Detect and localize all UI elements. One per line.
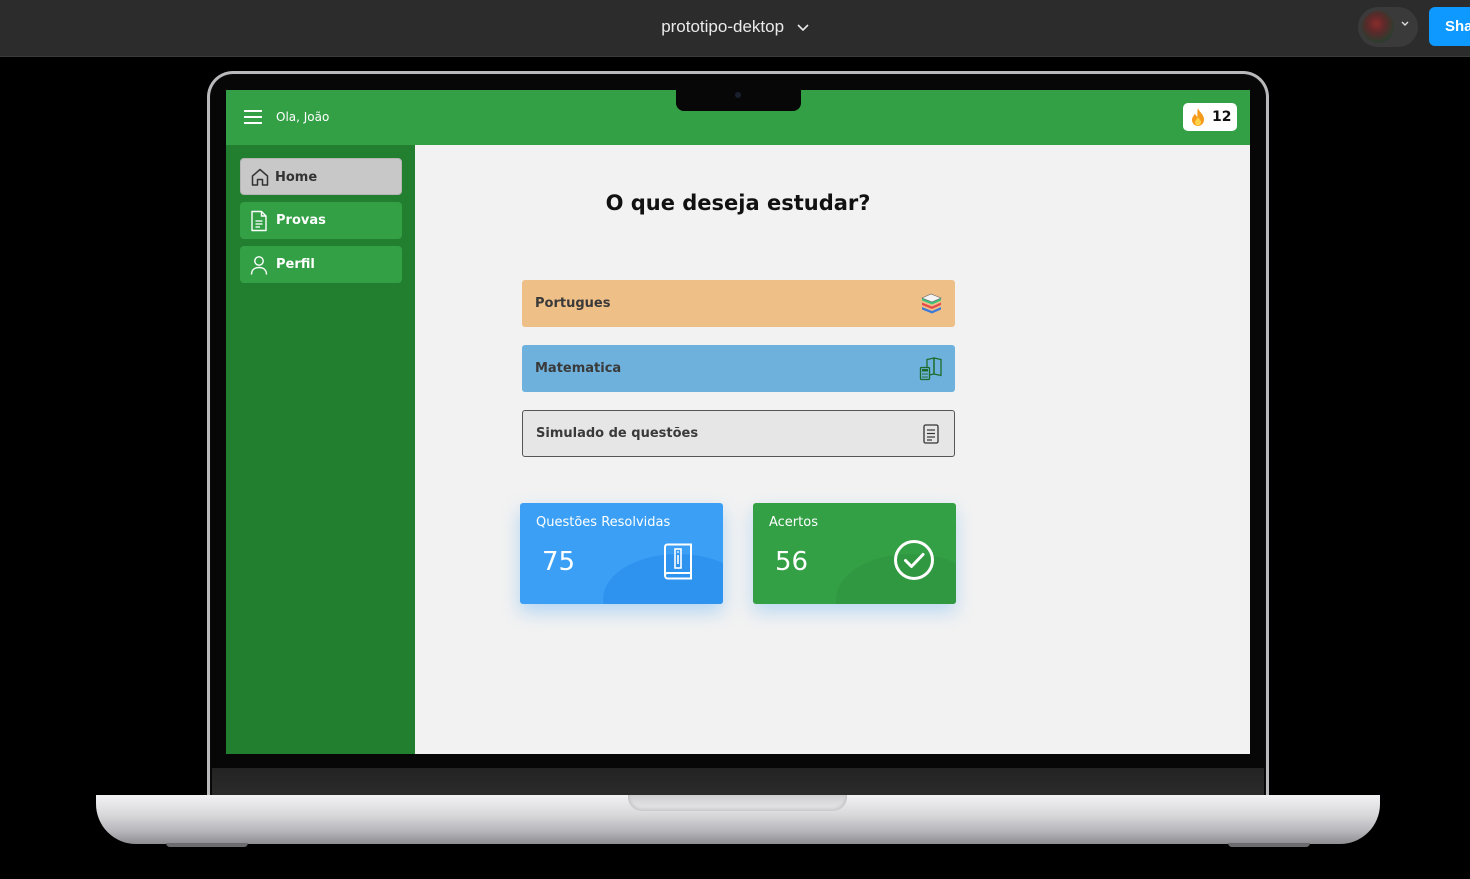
sidebar-item-label: Provas [276, 213, 326, 228]
stat-value: 56 [775, 547, 809, 577]
sidebar-item-perfil[interactable]: Perfil [240, 246, 402, 283]
laptop-foot [166, 843, 248, 847]
stat-title: Acertos [769, 515, 818, 530]
sidebar-item-home[interactable]: Home [240, 158, 402, 195]
flame-icon [1192, 108, 1204, 126]
hamburger-menu-icon[interactable] [244, 110, 262, 124]
subject-label: Simulado de questões [536, 426, 699, 441]
stat-title: Questões Resolvidas [536, 515, 671, 530]
sidebar: Home Provas Perfil [226, 145, 415, 754]
books-icon [921, 293, 942, 314]
streak-count: 12 [1212, 109, 1232, 125]
check-circle-icon [894, 540, 934, 580]
figma-toolbar: prototipo-dektop Sha [0, 0, 1470, 57]
laptop-base-notch [628, 795, 847, 811]
greeting: Ola, João [276, 110, 330, 124]
laptop-foot [1228, 843, 1310, 847]
user-icon [250, 256, 268, 275]
sidebar-item-label: Home [275, 170, 318, 185]
subject-label: Matematica [535, 361, 622, 376]
camera-notch [676, 90, 801, 111]
streak-badge[interactable]: 12 [1183, 103, 1237, 131]
document-icon [251, 210, 267, 232]
stat-value: 75 [542, 547, 576, 577]
subject-button-matematica[interactable]: Matematica [522, 345, 955, 392]
subject-label: Portugues [535, 296, 611, 311]
notepad-icon [923, 424, 939, 444]
file-title-menu[interactable]: prototipo-dektop [0, 17, 1470, 37]
share-button[interactable]: Sha [1429, 7, 1470, 46]
stat-card-questoes: Questões Resolvidas 75 [520, 503, 723, 604]
avatar [1362, 11, 1394, 43]
info-book-icon [664, 543, 692, 580]
laptop-bezel-bottom [212, 768, 1264, 796]
page-title: O que deseja estudar? [605, 191, 871, 215]
sidebar-item-provas[interactable]: Provas [240, 202, 402, 239]
calculator-book-icon [919, 357, 942, 381]
stat-card-acertos: Acertos 56 [753, 503, 956, 604]
chevron-down-icon [1401, 21, 1409, 26]
user-menu[interactable] [1358, 7, 1418, 47]
subject-button-portugues[interactable]: Portugues [522, 280, 955, 327]
home-icon [251, 168, 269, 186]
subject-button-simulado[interactable]: Simulado de questões [522, 410, 955, 457]
file-title: prototipo-dektop [661, 17, 785, 36]
chevron-down-icon [797, 23, 809, 31]
app-screen: Ola, João 12 Home Provas Perfil O que de… [226, 90, 1250, 754]
sidebar-item-label: Perfil [276, 257, 315, 272]
camera-icon [735, 92, 741, 98]
